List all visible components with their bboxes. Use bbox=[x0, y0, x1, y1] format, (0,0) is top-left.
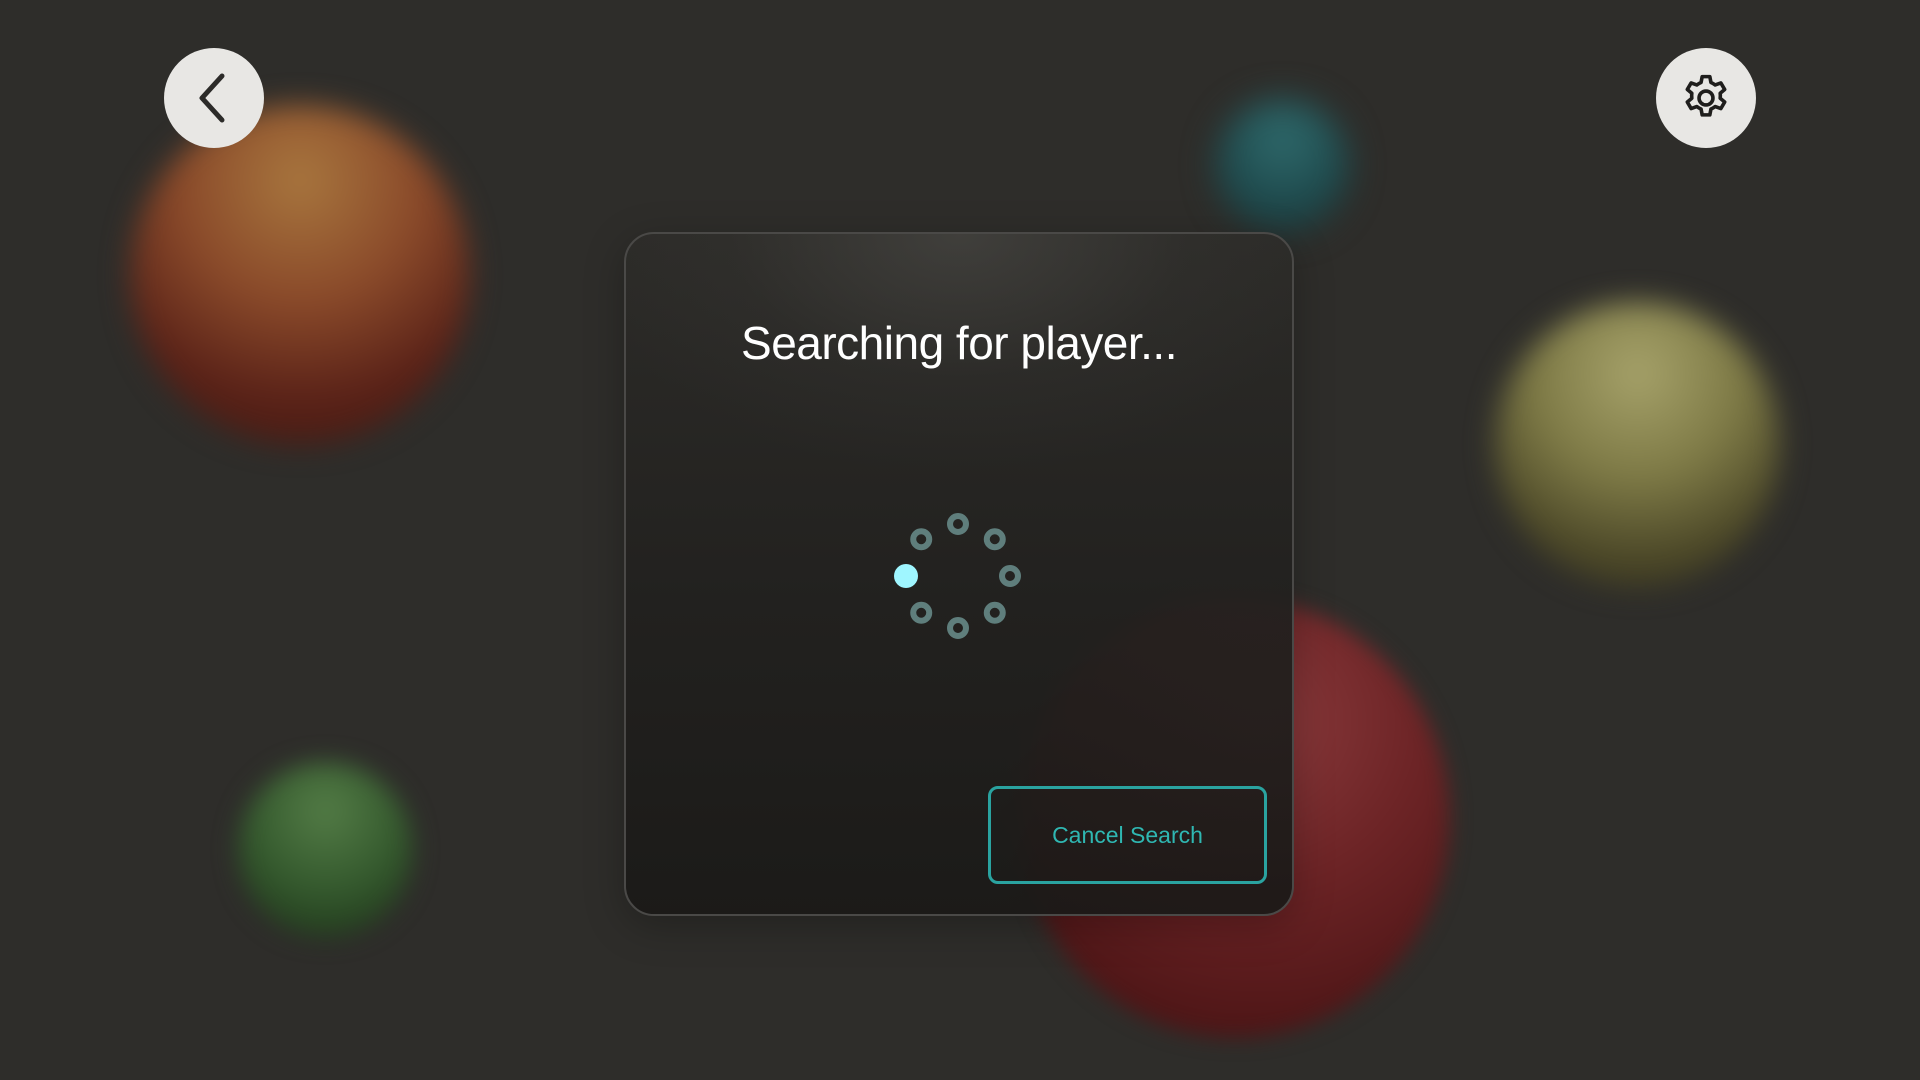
spinner-dot bbox=[947, 617, 969, 639]
gear-icon bbox=[1679, 71, 1733, 125]
spinner-dot bbox=[910, 601, 933, 624]
spinner-dot-active bbox=[894, 564, 918, 588]
loading-spinner bbox=[894, 513, 1021, 639]
matchmaking-dialog: Searching for player... Cancel Search bbox=[624, 232, 1294, 916]
chevron-left-icon bbox=[192, 70, 236, 126]
spinner-dot bbox=[983, 528, 1006, 551]
dialog-title: Searching for player... bbox=[741, 317, 1177, 369]
background-ball-green bbox=[238, 762, 413, 937]
cancel-search-button[interactable]: Cancel Search bbox=[988, 786, 1267, 884]
spinner-dot bbox=[947, 513, 969, 535]
background-ball-teal bbox=[1215, 98, 1350, 233]
background-ball-orange bbox=[130, 105, 470, 445]
background-ball-olive bbox=[1495, 302, 1780, 587]
spinner-dot bbox=[910, 528, 933, 551]
spinner-dot bbox=[983, 601, 1006, 624]
spinner-dot bbox=[999, 565, 1021, 587]
back-button[interactable] bbox=[164, 48, 264, 148]
settings-button[interactable] bbox=[1656, 48, 1756, 148]
